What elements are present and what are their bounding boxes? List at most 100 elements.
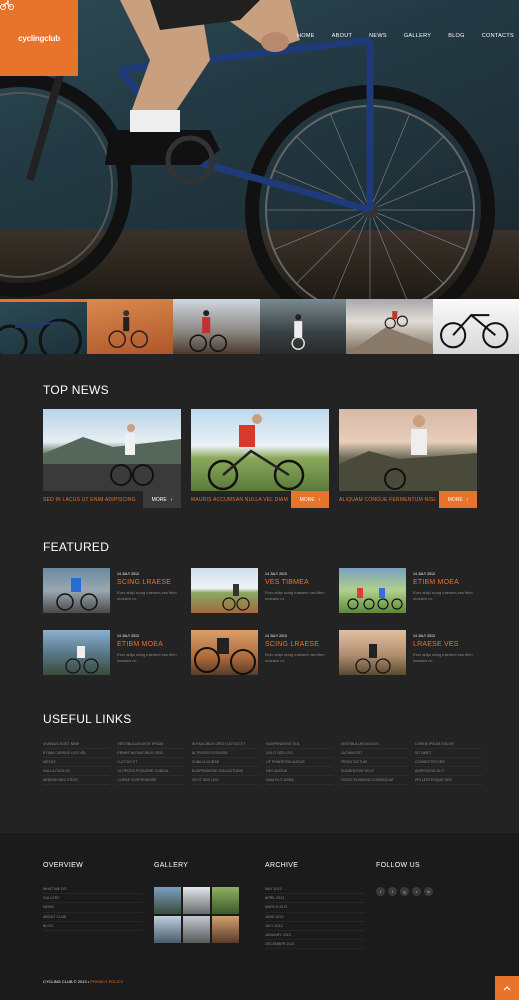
featured-title-link[interactable]: SCING LRAESE [117,579,179,586]
nav-news[interactable]: NEWS [369,33,387,39]
useful-link[interactable]: ELEMENTUM VELIT [340,767,408,776]
featured-item[interactable]: 14 JULY 2013 ETIBM MOEA Ever adipi scing… [339,568,477,613]
useful-link[interactable]: PRIMIS IN FAUCIBUS ORCI [117,749,185,758]
featured-image[interactable] [43,630,110,675]
more-button[interactable]: MORE › [439,491,477,508]
gallery-thumb[interactable] [183,887,210,914]
useful-link[interactable]: SIT AMET [414,749,482,758]
slider-thumb[interactable] [259,299,346,354]
useful-link[interactable]: CUBILIA CURAE [191,758,259,767]
overview-link[interactable]: GALLERY [43,894,143,904]
overview-link[interactable]: BLOG [43,922,143,931]
useful-link[interactable]: ULTRICES POSUERE CUBILIA [117,767,185,776]
featured-image[interactable] [43,568,110,613]
gallery-thumb[interactable] [154,916,181,943]
useful-link[interactable]: AENEAN NEC EROS [43,776,110,785]
gallery-thumb[interactable] [183,916,210,943]
useful-link[interactable]: VIVAMUS EGET NIBH [43,740,110,749]
useful-link[interactable]: ETIAM CURSUS LEO VEL [43,749,110,758]
useful-link[interactable]: METUS [43,758,110,767]
news-card[interactable]: ALIQUAM CONGUE FERMENTUM NISL MORE › [339,409,477,508]
useful-link[interactable]: LUCTUS ET [117,758,185,767]
nav-blog[interactable]: BLOG [448,33,464,39]
useful-link[interactable]: IN FAUCIBUS ORCI LUCTUS ET [191,740,259,749]
useful-link[interactable]: CONSECTETUER [414,758,482,767]
useful-link[interactable]: CURAE SUSPENDISSE [117,776,185,785]
overview-link[interactable]: ABOUT CLUB [43,913,143,922]
featured-item[interactable]: 14 JULY 2013 ETIBM MOEA Ever adipi scing… [43,630,181,675]
twitter-icon[interactable]: t [376,887,385,896]
featured-item[interactable]: 14 JULY 2013 SCING LRAESE Ever adipi sci… [191,630,329,675]
slider-thumb[interactable] [173,299,260,354]
useful-link[interactable]: VELIT SED LEO [266,749,334,758]
news-caption[interactable]: SED IN LACUS UT ENIM ADIPISCING [43,497,136,503]
archive-link[interactable]: MARCH 2013 [265,903,365,913]
useful-link[interactable]: ADIPISCING ELIT [414,767,482,776]
featured-title-link[interactable]: LRAESE VES [413,641,475,648]
slider-thumb[interactable] [432,299,519,354]
gallery-thumb[interactable] [154,887,181,914]
archive-link[interactable]: JANUARY 2013 [265,931,365,941]
archive-link[interactable]: DECEMBER 2013 [265,940,365,950]
linkedin-icon[interactable]: in [424,887,433,896]
overview-link[interactable]: WHAT WE DO [43,885,143,895]
featured-title-link[interactable]: ETIBM MOEA [413,579,475,586]
featured-image[interactable] [191,568,258,613]
news-image[interactable] [191,409,329,491]
useful-link[interactable]: NAM ELIT AGNA [266,776,334,785]
nav-home[interactable]: HOME [297,33,315,39]
useful-link[interactable]: VESTIBULUM IACULIS [340,740,408,749]
news-caption[interactable]: ALIQUAM CONGUE FERMENTUM NISL [339,497,436,503]
featured-title-link[interactable]: SCING LRAESE [265,641,327,648]
featured-item[interactable]: 14 JULY 2013 SCING LRAESE Ever adipi sci… [43,568,181,613]
nav-contacts[interactable]: CONTACTS [482,33,514,39]
logo[interactable]: cyclingclub [0,0,78,76]
useful-link[interactable]: NULLA FACILISI [43,767,110,776]
archive-link[interactable]: JULY 2013 [265,922,365,931]
nav-gallery[interactable]: GALLERY [404,33,431,39]
slider-thumb[interactable] [346,299,433,354]
news-caption[interactable]: MAURIS ACCUMSAN NULLA VEL DIAM [191,497,288,503]
useful-link[interactable]: SUSPENDISSE SOL [266,740,334,749]
featured-item[interactable]: 14 JULY 2013 LRAESE VES Ever adipi scing… [339,630,477,675]
links-column: VESTIBULUM ANTE IPSUM PRIMIS IN FAUCIBUS… [117,740,191,785]
privacy-policy-link[interactable]: PRIVACY POLICY [90,979,123,984]
news-image[interactable] [339,409,477,491]
news-card[interactable]: MAURIS ACCUMSAN NULLA VEL DIAM MORE › [191,409,329,508]
google-plus-icon[interactable]: g [400,887,409,896]
featured-image[interactable] [339,630,406,675]
archive-link[interactable]: APRIL 2013 [265,894,365,904]
useful-link[interactable]: VESTIBULUM ANTE IPSUM [117,740,185,749]
useful-link[interactable]: PROIN DICTUM [340,758,408,767]
news-image[interactable] [43,409,181,491]
chevron-right-icon: › [466,496,469,503]
featured-item[interactable]: 14 JULY 2013 VES TIBMEA Ever adipi scing… [191,568,329,613]
gallery-thumb[interactable] [212,916,239,943]
archive-link[interactable]: MAY 2013 [265,885,365,895]
useful-link[interactable]: FUSCE EUISMOD CONSEQUAT [340,776,408,785]
useful-link[interactable]: NEC AUGUE [266,767,334,776]
news-card[interactable]: SED IN LACUS UT ENIM ADIPISCING MORE › [43,409,181,508]
featured-title-link[interactable]: VES TIBMEA [265,579,327,586]
useful-link[interactable]: PELLENTESQUE SED [414,776,482,785]
useful-link[interactable]: LOREM IPSUM DOLOR [414,740,482,749]
useful-link[interactable]: UT PHARETRA AUGUE [266,758,334,767]
useful-link[interactable]: ULTRICES POSUERE [191,749,259,758]
overview-link[interactable]: NEWS [43,903,143,913]
slider-thumb[interactable] [0,299,87,354]
featured-title-link[interactable]: ETIBM MOEA [117,641,179,648]
nav-about[interactable]: ABOUT [332,33,352,39]
rss-icon[interactable]: r [412,887,421,896]
slider-thumb[interactable] [86,299,173,354]
useful-link[interactable]: LACINIA EST [340,749,408,758]
featured-image[interactable] [191,630,258,675]
useful-link[interactable]: VELIT SED LEO [191,776,259,785]
back-to-top-button[interactable] [495,976,519,1000]
more-button[interactable]: MORE › [291,491,329,508]
useful-link[interactable]: SUSPENDISSE SOLLICITUDIN [191,767,259,776]
featured-image[interactable] [339,568,406,613]
facebook-icon[interactable]: f [388,887,397,896]
more-button[interactable]: MORE › [143,491,181,508]
gallery-thumb[interactable] [212,887,239,914]
archive-link[interactable]: JUNE 2013 [265,913,365,922]
